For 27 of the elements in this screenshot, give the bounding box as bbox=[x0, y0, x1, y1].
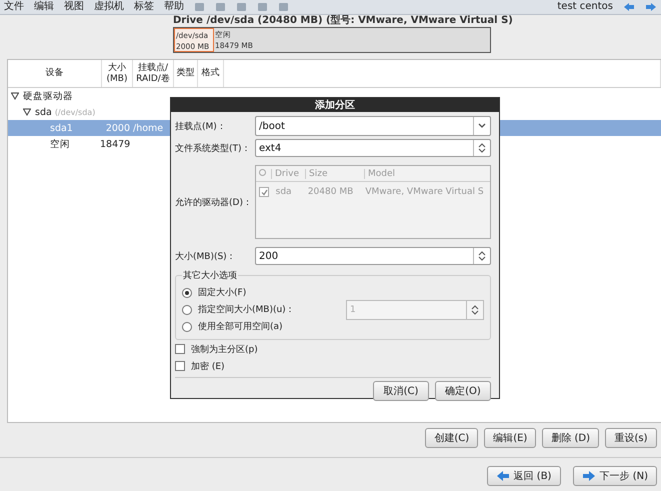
list-cell-text: VMware, VMware Virtual S bbox=[364, 187, 485, 197]
device-path: (/dev/sda) bbox=[54, 108, 96, 116]
tree-label: sda bbox=[35, 106, 52, 118]
size-cell-text: 2000 bbox=[104, 122, 130, 134]
list-column-header: Model bbox=[364, 168, 488, 178]
option-label: 固定大小(F) bbox=[198, 286, 246, 299]
checkbox-label: 強制为主分区(p) bbox=[191, 344, 258, 356]
option-label: 指定空间大小(MB)(u)： bbox=[198, 304, 295, 316]
tree-label: 硬盘驱动器 bbox=[23, 90, 73, 102]
dialog-title: 添加分区 bbox=[171, 98, 499, 112]
field-label: 文件系统类型(T)： bbox=[175, 142, 252, 154]
field-label: 挂载点(M)： bbox=[175, 120, 227, 132]
drive-title: Drive /dev/sda (20480 MB) (型号: VMware, VMware Virtual S) bbox=[173, 15, 514, 27]
field-label: 大小(MB)(S)： bbox=[175, 250, 237, 262]
user-label: test centos bbox=[557, 0, 613, 14]
size-cell: 18479 bbox=[100, 138, 130, 150]
mount-cell-text: /home bbox=[132, 122, 164, 134]
field-label: 允许的驱动器(D)： bbox=[175, 196, 253, 208]
option-label: 使用全部可用空间(a) bbox=[198, 320, 283, 333]
group-title: 其它大小选项 bbox=[182, 270, 238, 282]
device-cell-text: sda1 bbox=[49, 122, 74, 134]
list-cell-text: sda bbox=[274, 187, 293, 197]
list-column-header: Size bbox=[305, 168, 364, 178]
list-cell-text: 20480 MB bbox=[306, 187, 354, 197]
device-cell-text: 空闲 bbox=[49, 138, 71, 150]
list-column-header: Drive bbox=[271, 168, 305, 178]
checkbox-label: 加密 (E) bbox=[191, 360, 225, 372]
